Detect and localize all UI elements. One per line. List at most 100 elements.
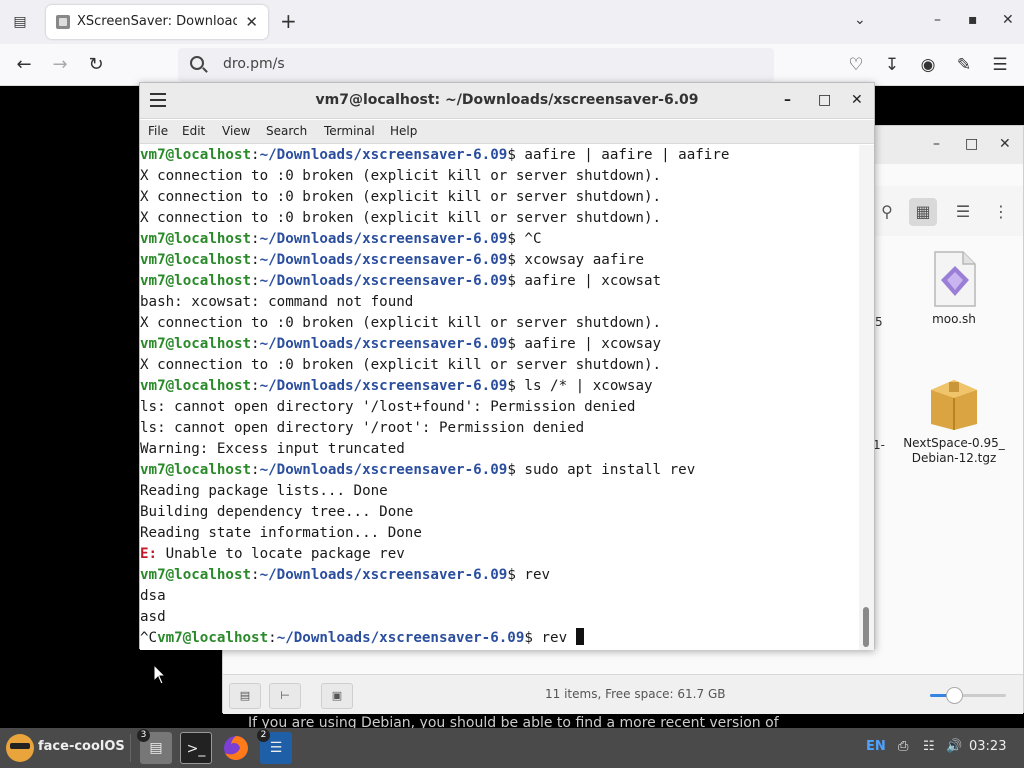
- keyboard-language[interactable]: EN: [866, 739, 886, 754]
- taskbar-text-editor-icon[interactable]: 2 ☰: [257, 729, 292, 764]
- terminal-scrollbar[interactable]: [859, 145, 874, 650]
- terminal-line: dsa: [140, 586, 860, 607]
- command-text: ls /* | xcowsay: [524, 378, 653, 394]
- tab-title: XScreenSaver: Download: [77, 14, 237, 29]
- volume-icon[interactable]: 🔊: [946, 739, 962, 754]
- list-view-icon[interactable]: ☰: [949, 198, 977, 226]
- menu-view[interactable]: View: [222, 124, 250, 138]
- prompt-user: vm7@localhost: [140, 567, 252, 583]
- prompt-symbol: $: [507, 147, 525, 163]
- menu-icon[interactable]: ☰: [989, 55, 1011, 75]
- minimize-button[interactable]: –: [784, 92, 791, 108]
- prompt-path: ~/Downloads/xscreensaver-6.09: [259, 147, 508, 163]
- browser-tab[interactable]: XScreenSaver: Download ✕: [46, 5, 268, 39]
- prompt-path: ~/Downloads/xscreensaver-6.09: [259, 273, 508, 289]
- window-count-badge: 2: [257, 729, 270, 742]
- menu-terminal[interactable]: Terminal: [324, 124, 375, 138]
- download-icon[interactable]: ↧: [881, 55, 903, 75]
- prompt-user: vm7@localhost: [140, 231, 252, 247]
- file-item-nextspace-tgz[interactable]: NextSpace-0.95_ Debian-12.tgz: [899, 372, 1009, 466]
- tab-list-icon[interactable]: ▤: [8, 10, 32, 34]
- command-text: ^C: [524, 231, 542, 247]
- maximize-button[interactable]: ▪: [968, 12, 978, 28]
- places-pane-icon[interactable]: ▤: [229, 683, 261, 709]
- grid-view-icon[interactable]: ▦: [909, 198, 937, 226]
- prompt-separator: :: [251, 462, 260, 478]
- terminal-line: vm7@localhost:~/Downloads/xscreensaver-6…: [140, 250, 860, 271]
- close-button[interactable]: ✕: [851, 92, 863, 108]
- output-text: ls: cannot open directory '/lost+found':…: [140, 399, 636, 415]
- tab-overflow-chevron-icon[interactable]: ⌄: [854, 12, 866, 28]
- maximize-button[interactable]: □: [818, 92, 831, 108]
- output-text: bash: xcowsat: command not found: [140, 294, 414, 310]
- menu-search[interactable]: Search: [266, 124, 307, 138]
- taskbar-terminal-icon[interactable]: >_: [180, 732, 212, 764]
- printer-icon[interactable]: ⎙: [898, 739, 908, 754]
- menu-help[interactable]: Help: [390, 124, 417, 138]
- extensions-icon[interactable]: ✎: [953, 55, 975, 75]
- output-text: dsa: [140, 588, 166, 604]
- prompt-separator: :: [268, 630, 277, 646]
- compact-view-icon[interactable]: ⋮: [987, 198, 1015, 226]
- terminal-window: vm7@localhost: ~/Downloads/xscreensaver-…: [139, 82, 875, 650]
- tab-close-icon[interactable]: ✕: [245, 13, 258, 31]
- scrollbar-thumb[interactable]: [863, 607, 869, 647]
- prompt-path: ~/Downloads/xscreensaver-6.09: [259, 231, 508, 247]
- script-file-icon: [934, 251, 976, 307]
- terminal-line: Warning: Excess input truncated: [140, 439, 860, 460]
- search-icon[interactable]: ⚲: [873, 198, 901, 226]
- output-text: Reading package lists... Done: [140, 483, 388, 499]
- forward-arrow-icon[interactable]: →: [48, 54, 72, 75]
- clock[interactable]: 03:23: [969, 739, 1006, 754]
- start-menu-logo-icon[interactable]: [6, 734, 34, 762]
- terminal-line: X connection to :0 broken (explicit kill…: [140, 313, 860, 334]
- prompt-symbol: $: [507, 252, 525, 268]
- reload-icon[interactable]: ↻: [84, 54, 108, 75]
- command-text: aafire | aafire | aafire: [524, 147, 730, 163]
- prompt-user: vm7@localhost: [140, 378, 252, 394]
- status-text: 11 items, Free space: 61.7 GB: [545, 687, 726, 701]
- close-button[interactable]: ✕: [1002, 12, 1014, 28]
- pocket-icon[interactable]: ♡: [845, 55, 867, 75]
- output-text: Warning: Excess input truncated: [140, 441, 405, 457]
- taskbar-firefox-icon[interactable]: [220, 732, 252, 764]
- terminal-line: asd: [140, 607, 860, 628]
- terminal-menubar: File Edit View Search Terminal Help: [140, 120, 874, 144]
- prompt-prefix: ^C: [140, 630, 158, 646]
- taskbar-files-icon[interactable]: 3 ▤: [137, 729, 172, 764]
- file-item-moo-sh[interactable]: moo.sh: [899, 250, 1009, 327]
- menu-file[interactable]: File: [148, 124, 168, 138]
- network-icon[interactable]: ☷: [923, 739, 935, 754]
- window-title: vm7@localhost: ~/Downloads/xscreensaver-…: [315, 92, 699, 108]
- favicon-icon: [56, 15, 70, 29]
- prompt-symbol: $: [507, 336, 525, 352]
- url-bar[interactable]: dro.pm/s: [178, 48, 774, 82]
- command-text: sudo apt install rev: [524, 462, 696, 478]
- minimize-button[interactable]: –: [934, 12, 941, 28]
- zoom-slider-handle[interactable]: [945, 687, 963, 704]
- command-text: aafire | xcowsay: [524, 336, 662, 352]
- tree-pane-icon[interactable]: ⊢: [269, 683, 301, 709]
- menu-edit[interactable]: Edit: [182, 124, 205, 138]
- toggle-panel-icon[interactable]: ▣: [321, 683, 353, 709]
- command-text: xcowsay aafire: [524, 252, 644, 268]
- new-tab-button[interactable]: +: [280, 9, 297, 33]
- terminal-line: X connection to :0 broken (explicit kill…: [140, 187, 860, 208]
- output-text: ls: cannot open directory '/root': Permi…: [140, 420, 585, 436]
- output-text: Reading state information... Done: [140, 525, 422, 541]
- terminal-line: E: Unable to locate package rev: [140, 544, 860, 565]
- fm-maximize-button[interactable]: □: [965, 136, 978, 152]
- terminal-line: vm7@localhost:~/Downloads/xscreensaver-6…: [140, 271, 860, 292]
- terminal-line: X connection to :0 broken (explicit kill…: [140, 208, 860, 229]
- start-menu-label[interactable]: face-coolOS: [38, 739, 125, 754]
- fm-close-button[interactable]: ✕: [999, 136, 1011, 152]
- zoom-slider[interactable]: [930, 687, 1006, 704]
- terminal-line: vm7@localhost:~/Downloads/xscreensaver-6…: [140, 229, 860, 250]
- back-arrow-icon[interactable]: ←: [12, 54, 36, 75]
- prompt-path: ~/Downloads/xscreensaver-6.09: [276, 630, 525, 646]
- terminal-output[interactable]: vm7@localhost:~/Downloads/xscreensaver-6…: [140, 145, 860, 650]
- account-icon[interactable]: ◉: [917, 55, 939, 75]
- url-text[interactable]: dro.pm/s: [223, 56, 285, 72]
- prompt-symbol: $: [507, 378, 525, 394]
- fm-minimize-button[interactable]: –: [933, 136, 940, 152]
